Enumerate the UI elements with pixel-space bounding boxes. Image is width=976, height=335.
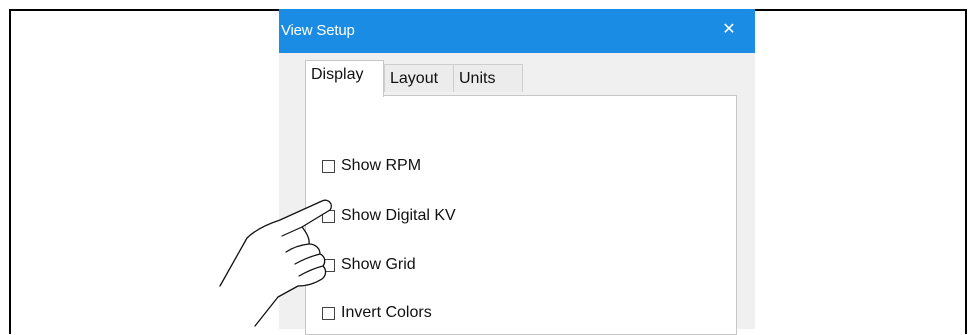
display-panel: Show RPM Show Digital KV Show Grid Inver… <box>305 95 737 335</box>
invert-colors-checkbox[interactable] <box>322 306 335 320</box>
tab-units[interactable]: Units <box>453 64 523 92</box>
close-button[interactable]: ✕ <box>717 18 741 42</box>
invert-colors-label: Invert Colors <box>341 304 432 321</box>
show-rpm-option[interactable]: Show RPM <box>322 154 421 178</box>
show-rpm-checkbox[interactable] <box>322 159 335 173</box>
tab-display[interactable]: Display <box>305 60 384 97</box>
tab-layout[interactable]: Layout <box>384 64 454 92</box>
invert-colors-option[interactable]: Invert Colors <box>322 301 432 325</box>
show-digital-kv-option[interactable]: Show Digital KV <box>322 204 456 228</box>
dialog-titlebar: View Setup ✕ <box>279 9 755 53</box>
show-rpm-label: Show RPM <box>341 157 422 174</box>
show-grid-label: Show Grid <box>341 256 416 273</box>
show-digital-kv-label: Show Digital KV <box>341 207 456 224</box>
view-setup-dialog: View Setup ✕ Display Layout Units Show R… <box>279 9 755 335</box>
show-grid-option[interactable]: Show Grid <box>322 253 416 277</box>
dialog-title: View Setup <box>281 22 355 39</box>
show-grid-checkbox[interactable] <box>322 258 335 272</box>
show-digital-kv-checkbox[interactable] <box>322 209 335 223</box>
